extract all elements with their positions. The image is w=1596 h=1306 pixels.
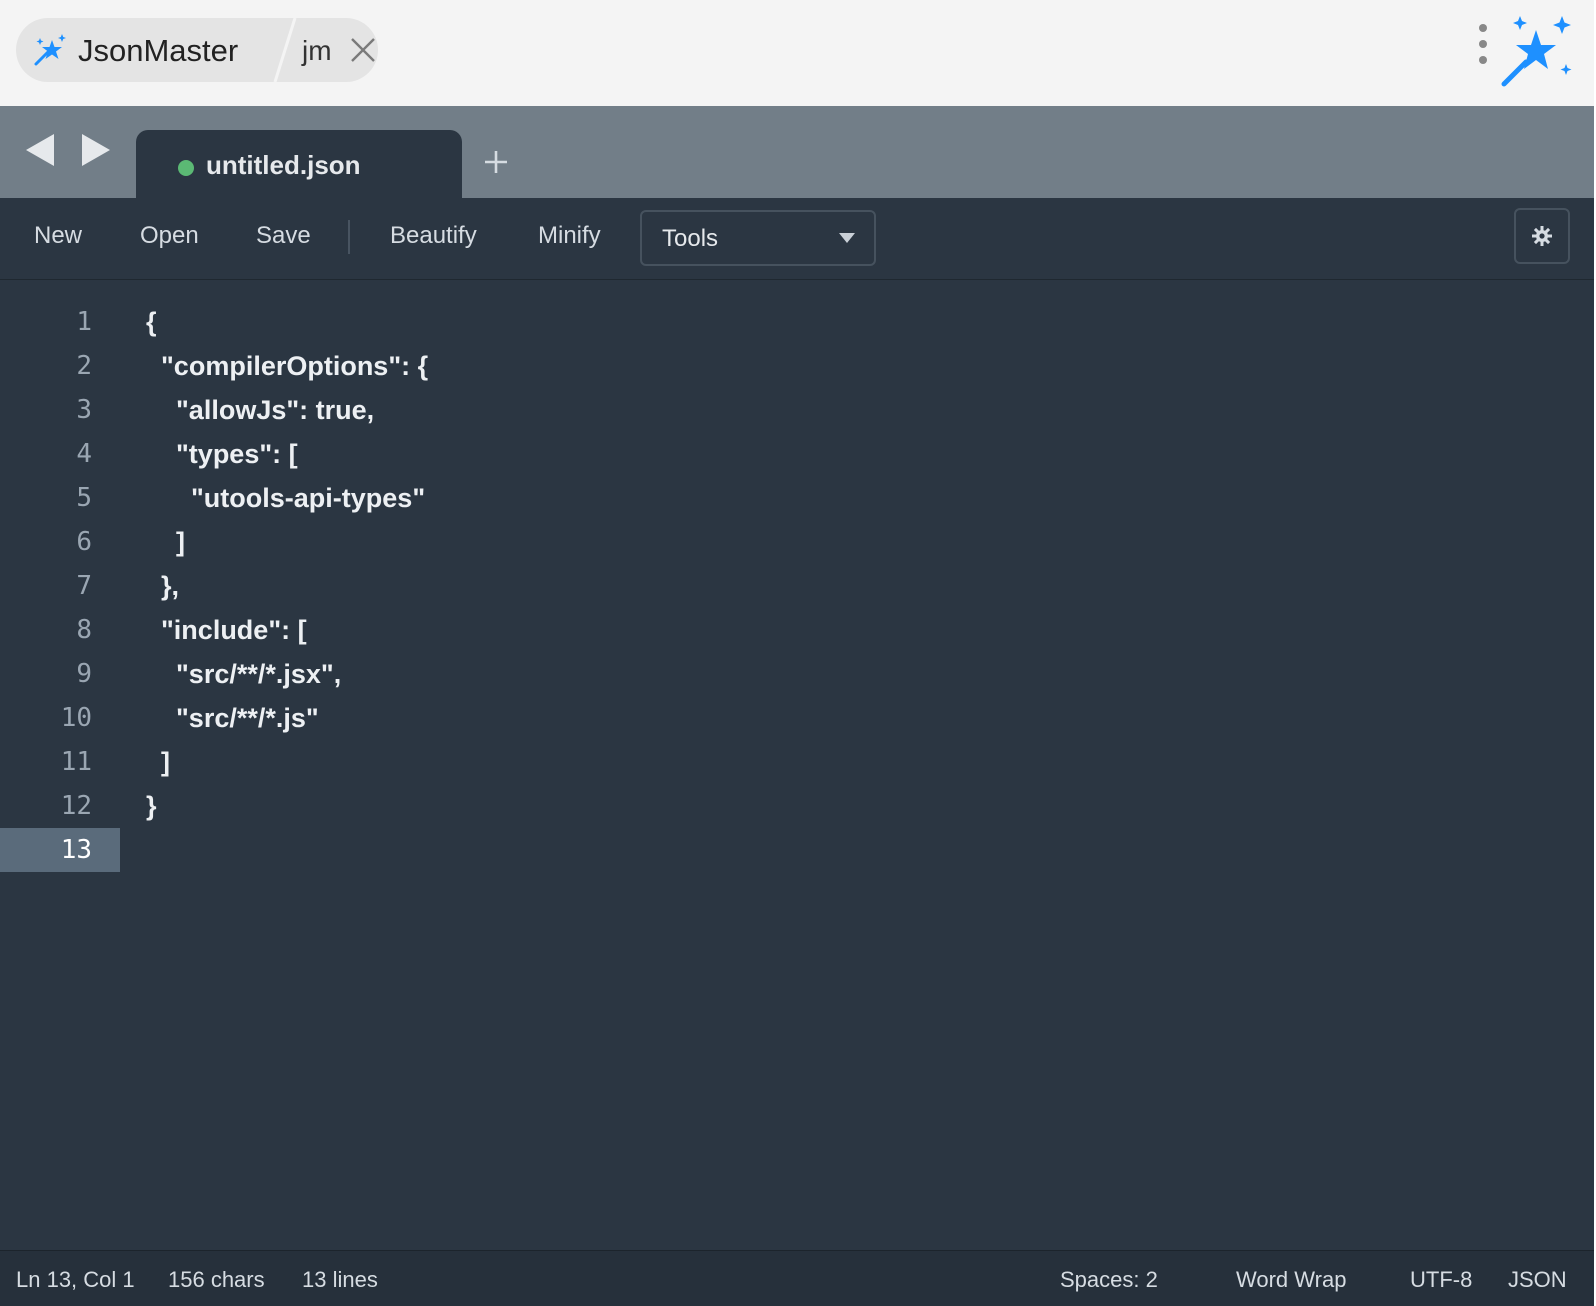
language-mode[interactable]: JSON [1508, 1267, 1567, 1293]
line-number: 3 [76, 395, 92, 425]
app-switcher-pill[interactable]: JsonMaster jm [16, 18, 378, 82]
code-line[interactable]: "src/**/*.js" [146, 696, 1546, 740]
code-line[interactable]: { [146, 300, 1546, 344]
unsaved-dot-icon [178, 160, 194, 176]
status-bar: Ln 13, Col 1 156 chars 13 lines Spaces: … [0, 1250, 1594, 1306]
line-number: 10 [60, 703, 92, 733]
code-line[interactable]: ] [146, 740, 1546, 784]
settings-button[interactable] [1514, 208, 1570, 264]
cursor-position: Ln 13, Col 1 [16, 1267, 135, 1292]
line-number: 4 [76, 439, 92, 469]
add-tab-plus-icon[interactable] [480, 146, 512, 178]
pill-divider [273, 18, 297, 82]
char-count: 156 chars [168, 1267, 265, 1292]
indent-setting[interactable]: Spaces: 2 [1060, 1267, 1158, 1293]
line-number: 12 [60, 791, 92, 821]
code-line[interactable]: }, [146, 564, 1546, 608]
line-number: 11 [60, 747, 92, 777]
code-line[interactable]: "src/**/*.jsx", [146, 652, 1546, 696]
line-number: 6 [76, 527, 92, 557]
plugin-keyword: jm [302, 35, 332, 66]
tab-untitled-json[interactable]: untitled.json [136, 130, 462, 198]
encoding-selector[interactable]: UTF-8 [1410, 1267, 1472, 1293]
code-line[interactable]: "include": [ [146, 608, 1546, 652]
app-name: JsonMaster [78, 33, 239, 68]
magic-wand-logo-icon [1501, 16, 1572, 87]
toolbar: New Open Save Beautify Minify Tools [0, 198, 1594, 280]
back-arrow-icon[interactable] [24, 132, 58, 168]
title-bar: JsonMaster jm [0, 0, 1594, 106]
tools-dropdown-value: Tools [662, 225, 719, 252]
line-number: 1 [76, 307, 92, 337]
code-line[interactable]: } [146, 784, 1546, 828]
word-wrap-toggle[interactable]: Word Wrap [1236, 1267, 1346, 1293]
code-text-area[interactable]: { "compilerOptions": { "allowJs": true, … [146, 300, 1546, 872]
line-number: 13 [0, 828, 120, 872]
code-line[interactable]: "utools-api-types" [146, 476, 1546, 520]
line-number: 9 [76, 659, 92, 689]
forward-arrow-icon[interactable] [78, 132, 112, 168]
app-window: JsonMaster jm untitled.json New Open Sav… [0, 0, 1594, 1306]
code-line[interactable]: ] [146, 520, 1546, 564]
code-line[interactable]: "compilerOptions": { [146, 344, 1546, 388]
line-number: 7 [76, 571, 92, 601]
line-number: 5 [76, 483, 92, 513]
chevron-down-icon [839, 233, 855, 243]
magic-wand-icon [34, 34, 66, 66]
line-count: 13 lines [302, 1267, 378, 1292]
tab-label: untitled.json [206, 150, 361, 180]
code-line[interactable]: "types": [ [146, 432, 1546, 476]
beautify-button[interactable]: Beautify [390, 222, 477, 250]
open-button[interactable]: Open [140, 222, 199, 250]
code-line[interactable] [146, 828, 1546, 872]
tools-dropdown[interactable]: Tools [640, 210, 876, 266]
toolbar-divider [348, 220, 350, 254]
tab-strip: untitled.json [0, 106, 1594, 198]
gear-icon [1532, 226, 1552, 246]
new-button[interactable]: New [34, 222, 82, 250]
code-line[interactable]: "allowJs": true, [146, 388, 1546, 432]
line-number: 8 [76, 615, 92, 645]
minify-button[interactable]: Minify [538, 222, 601, 250]
code-editor: 1 2 3 4 5 6 7 8 9 10 11 12 13 { "compilerOptions": {… [0, 280, 1594, 1250]
more-menu-icon[interactable] [1476, 24, 1490, 72]
save-button[interactable]: Save [256, 222, 311, 250]
line-number-gutter: 1 2 3 4 5 6 7 8 9 10 11 12 13 [0, 300, 120, 872]
line-number: 2 [76, 351, 92, 381]
close-icon[interactable] [349, 36, 377, 64]
